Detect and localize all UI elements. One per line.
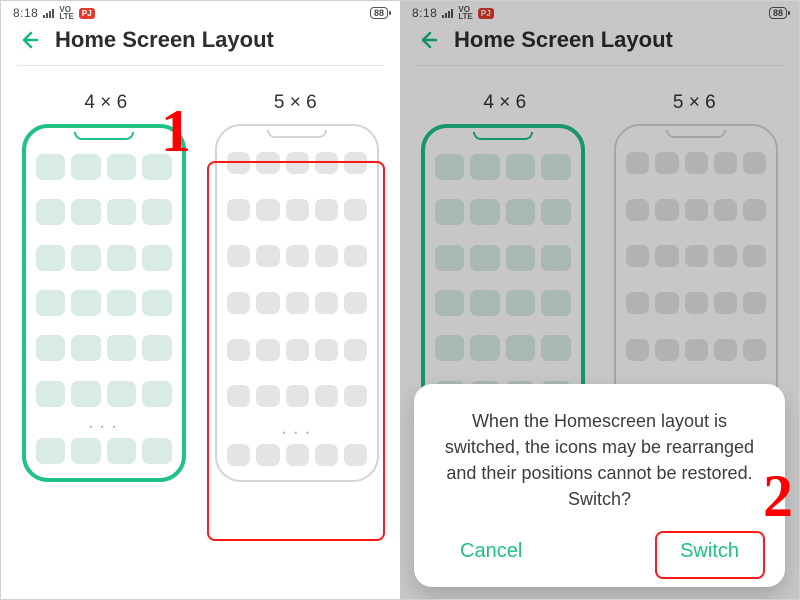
back-icon[interactable] [416, 28, 440, 52]
divider [416, 65, 783, 66]
option-4x6-label[interactable]: 4 × 6 [84, 92, 127, 114]
screenshot-step-1: 8:18 VO LTE PJ 88 Home Screen Layout 4 ×… [1, 1, 400, 599]
battery-icon: 88 [370, 7, 388, 19]
battery-icon: 88 [769, 7, 787, 19]
page-title: Home Screen Layout [454, 27, 673, 53]
dock [227, 444, 367, 466]
option-5x6-label[interactable]: 5 × 6 [274, 92, 317, 114]
back-icon[interactable] [17, 28, 41, 52]
notch-icon [74, 132, 134, 140]
status-bar: 8:18 VO LTE PJ 88 [400, 1, 799, 23]
layout-preview-4x6[interactable]: • • • [22, 124, 186, 482]
icon-grid [36, 154, 172, 420]
icon-grid [227, 152, 367, 426]
notch-icon [267, 130, 327, 138]
page-header: Home Screen Layout [1, 23, 400, 65]
notch-icon [473, 132, 533, 140]
dialog-message: When the Homescreen layout is switched, … [436, 408, 763, 512]
confirm-dialog: When the Homescreen layout is switched, … [414, 384, 785, 587]
option-5x6-label[interactable]: 5 × 6 [673, 92, 716, 114]
page-dots: • • • [36, 420, 172, 434]
screenshot-step-2: 8:18 VO LTE PJ 88 Home Screen Layout 4 ×… [400, 1, 799, 599]
status-time: 8:18 [412, 6, 437, 20]
volte-icon: VO LTE [59, 6, 74, 20]
option-4x6-label[interactable]: 4 × 6 [483, 92, 526, 114]
icon-grid [435, 154, 571, 420]
switch-button[interactable]: Switch [670, 534, 749, 569]
dock [36, 438, 172, 464]
volte-icon: VO LTE [458, 6, 473, 20]
divider [17, 65, 384, 66]
status-chip: PJ [79, 8, 95, 19]
notch-icon [666, 130, 726, 138]
signal-icon [43, 8, 54, 18]
page-title: Home Screen Layout [55, 27, 274, 53]
signal-icon [442, 8, 453, 18]
layout-preview-5x6[interactable]: • • • [215, 124, 379, 482]
status-bar: 8:18 VO LTE PJ 88 [1, 1, 400, 23]
page-dots: • • • [227, 426, 367, 440]
page-header: Home Screen Layout [400, 23, 799, 65]
cancel-button[interactable]: Cancel [450, 534, 532, 569]
status-time: 8:18 [13, 6, 38, 20]
status-chip: PJ [478, 8, 494, 19]
